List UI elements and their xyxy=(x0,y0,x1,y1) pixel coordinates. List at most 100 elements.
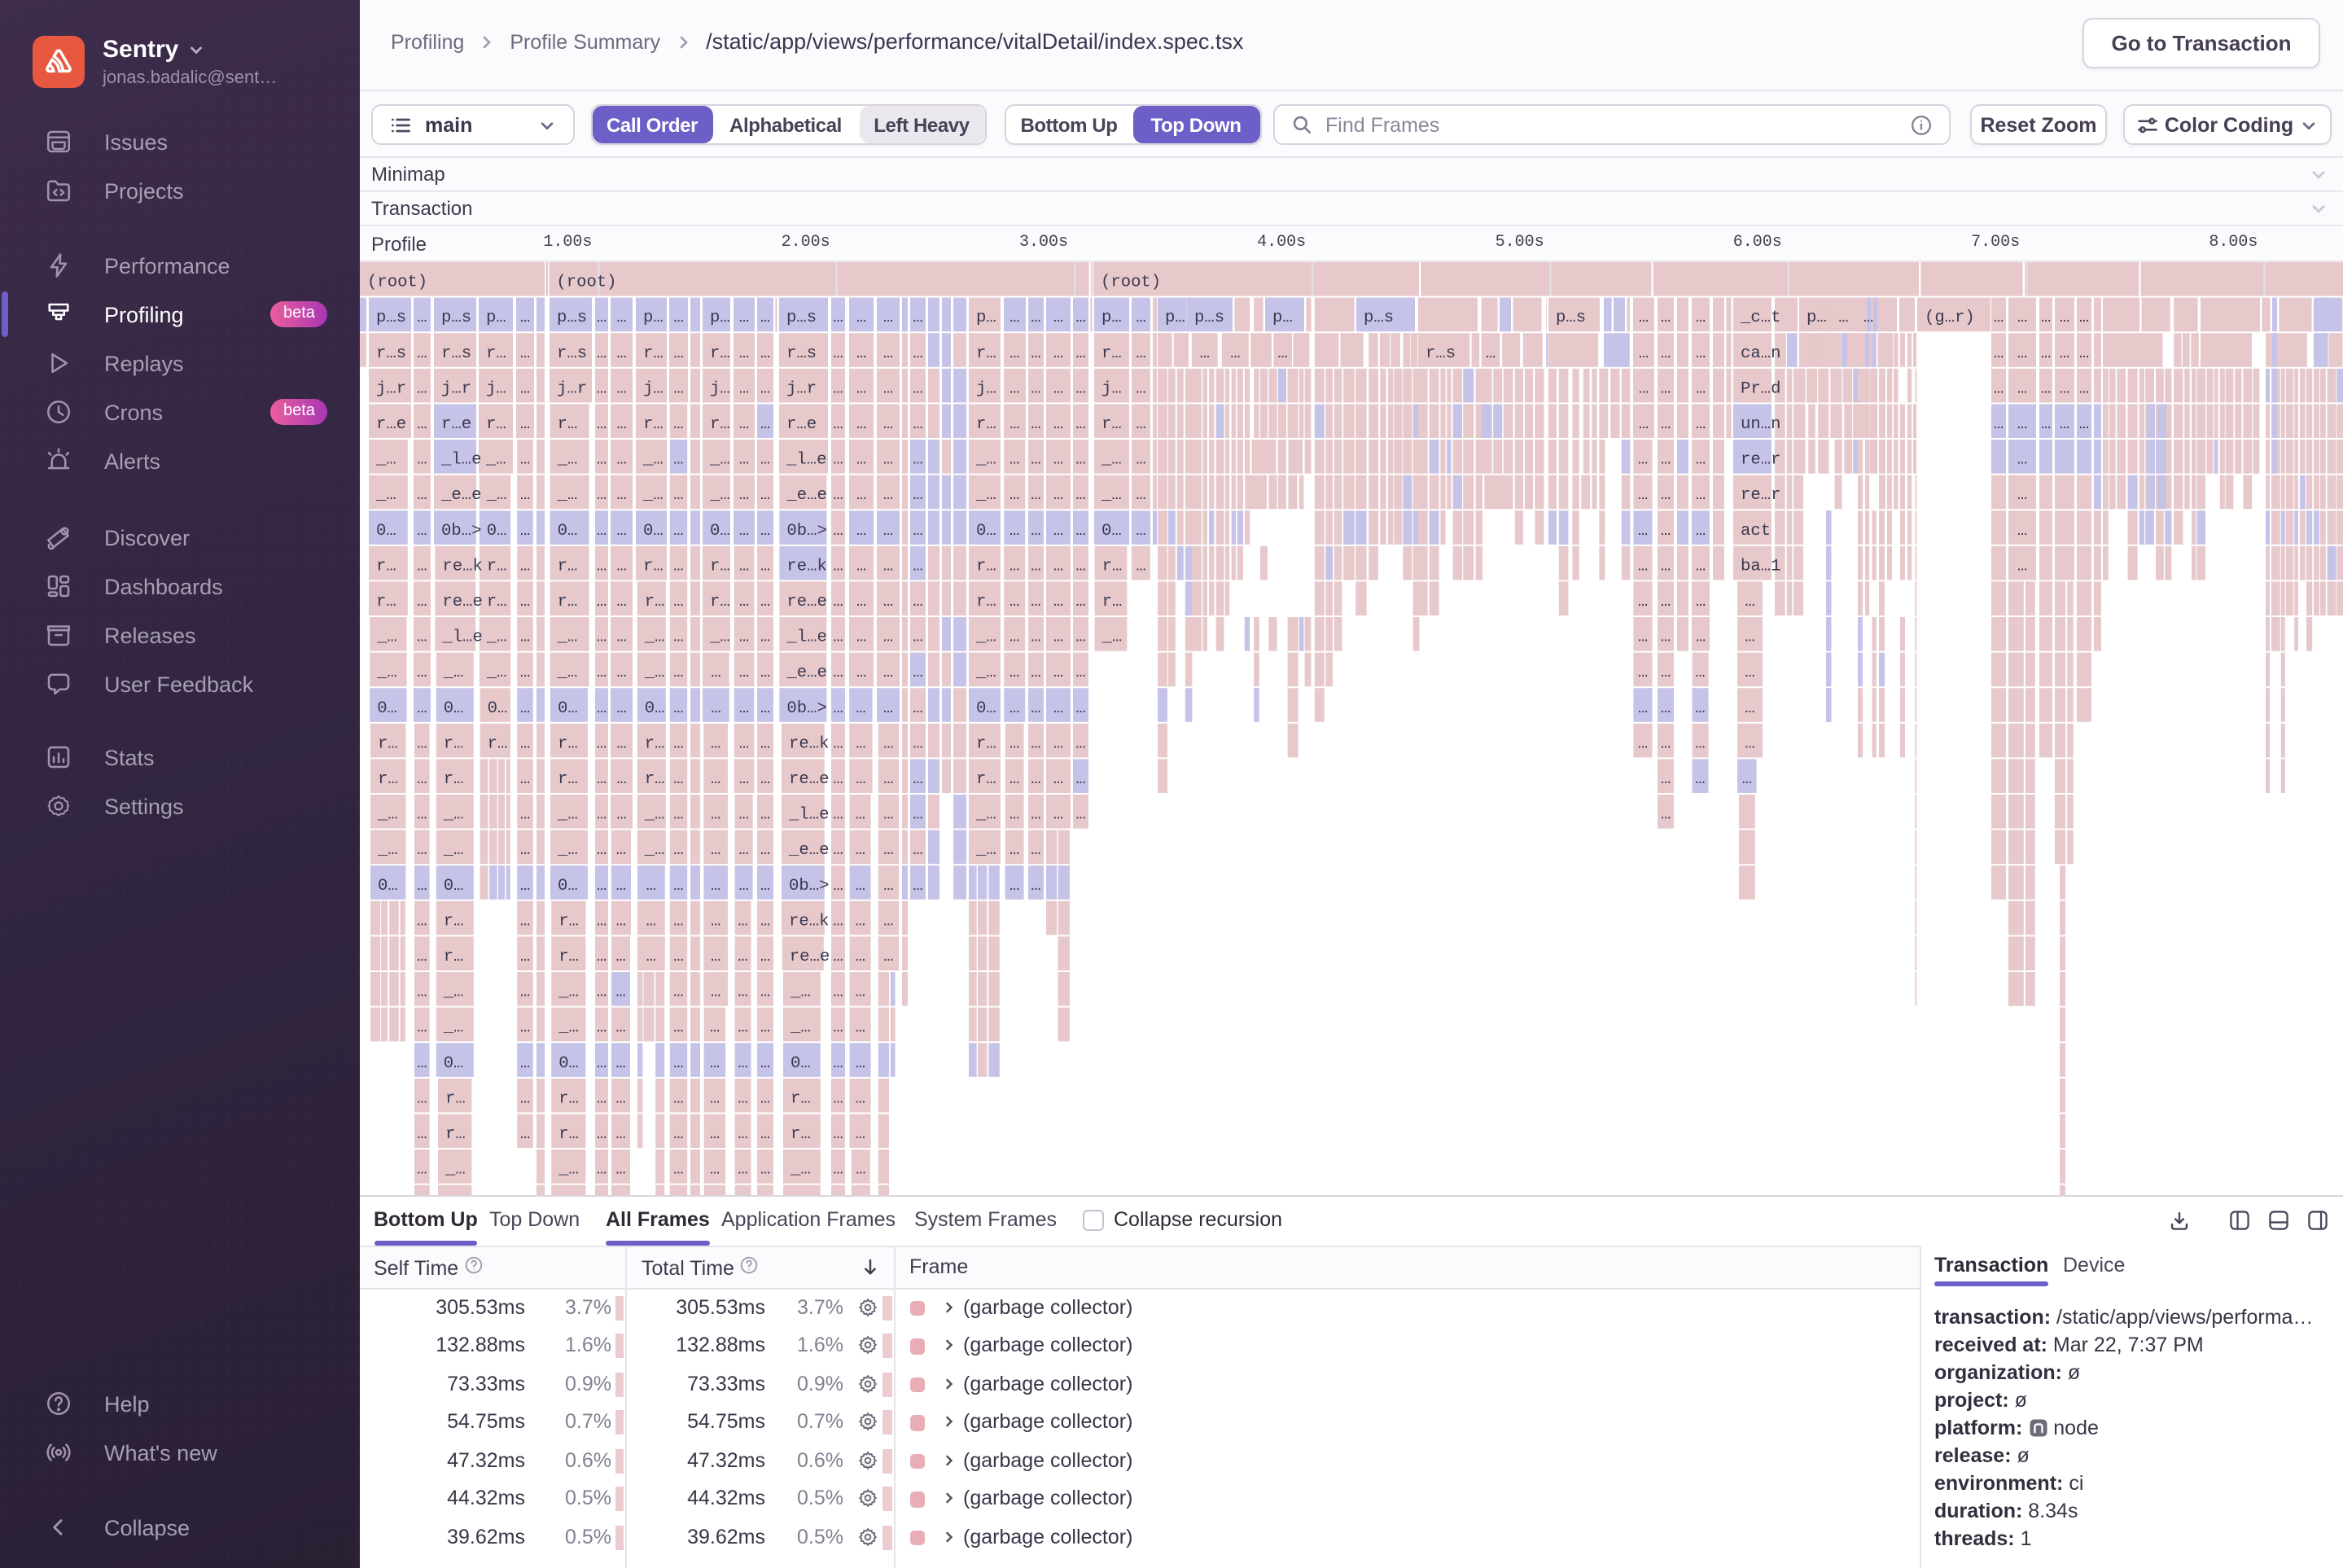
svg-text:…: … xyxy=(596,734,606,753)
svg-text:…: … xyxy=(832,629,842,647)
svg-text:…: … xyxy=(737,1161,747,1180)
svg-text:…: … xyxy=(709,1125,719,1144)
svg-text:…: … xyxy=(832,1161,842,1180)
svg-text:…: … xyxy=(615,1018,624,1037)
svg-text:…: … xyxy=(519,1054,529,1073)
svg-text:r…: r… xyxy=(975,770,996,789)
svg-text:r…: r… xyxy=(975,557,996,576)
svg-text:0…: 0… xyxy=(376,699,396,718)
svg-text:r…: r… xyxy=(709,344,729,363)
svg-text:…: … xyxy=(596,629,606,647)
svg-text:_…: _… xyxy=(643,629,664,647)
svg-text:…: … xyxy=(2017,415,2026,434)
svg-text:…: … xyxy=(1660,734,1670,753)
svg-text:…: … xyxy=(738,522,748,541)
svg-text:…: … xyxy=(596,1018,606,1037)
svg-text:_…: _… xyxy=(789,1018,810,1037)
svg-text:…: … xyxy=(615,912,625,931)
svg-text:…: … xyxy=(1993,309,2003,327)
svg-text:…: … xyxy=(1009,629,1018,647)
svg-text:…: … xyxy=(710,912,720,931)
svg-text:…: … xyxy=(2078,379,2088,398)
svg-text:…: … xyxy=(1135,379,1145,398)
svg-text:…: … xyxy=(1695,415,1705,434)
svg-text:…: … xyxy=(1030,877,1040,896)
svg-text:0…: 0… xyxy=(642,522,663,541)
svg-text:_c…t: _c…t xyxy=(1739,309,1780,327)
svg-text:_…: _… xyxy=(557,1018,578,1037)
svg-text:_…: _… xyxy=(556,664,577,682)
svg-text:…: … xyxy=(1694,699,1704,718)
svg-text:…: … xyxy=(615,486,625,505)
svg-text:…: … xyxy=(1135,344,1145,363)
svg-text:r…: r… xyxy=(377,734,397,753)
svg-text:…: … xyxy=(855,806,865,825)
svg-text:…: … xyxy=(615,806,625,825)
svg-text:…: … xyxy=(760,593,769,611)
svg-text:…: … xyxy=(596,415,606,434)
svg-text:re…e: re…e xyxy=(789,948,829,966)
svg-text:…: … xyxy=(615,699,625,718)
svg-text:…: … xyxy=(710,983,720,1002)
svg-text:…: … xyxy=(1030,841,1040,860)
svg-text:re…k: re…k xyxy=(788,912,828,931)
svg-text:…: … xyxy=(1030,451,1040,470)
svg-text:…: … xyxy=(760,309,769,327)
svg-text:…: … xyxy=(615,629,625,647)
svg-text:…: … xyxy=(519,486,529,505)
svg-text:…: … xyxy=(1030,770,1040,789)
svg-text:r…: r… xyxy=(558,948,578,966)
svg-text:…: … xyxy=(1744,593,1754,611)
svg-text:…: … xyxy=(596,770,606,789)
svg-text:…: … xyxy=(416,486,426,505)
svg-text:_…: _… xyxy=(643,841,664,860)
svg-text:…: … xyxy=(1053,451,1062,470)
svg-text:…: … xyxy=(912,451,922,470)
svg-text:…: … xyxy=(882,770,892,789)
svg-text:…: … xyxy=(1135,415,1145,434)
svg-text:…: … xyxy=(596,664,606,682)
svg-text:r…: r… xyxy=(709,557,729,576)
svg-text:_…: _… xyxy=(442,664,463,682)
svg-text:…: … xyxy=(416,379,426,398)
svg-text:…: … xyxy=(882,877,892,896)
svg-text:…: … xyxy=(615,522,625,541)
svg-text:…: … xyxy=(1695,629,1705,647)
svg-text:…: … xyxy=(710,699,720,718)
svg-text:…: … xyxy=(737,983,747,1002)
svg-text:…: … xyxy=(672,770,682,789)
svg-text:…: … xyxy=(2040,415,2050,434)
svg-text:…: … xyxy=(1638,415,1648,434)
svg-text:…: … xyxy=(1053,699,1062,718)
svg-text:…: … xyxy=(1993,415,2003,434)
svg-text:…: … xyxy=(1009,451,1018,470)
svg-text:…: … xyxy=(416,664,426,682)
svg-text:…: … xyxy=(737,912,747,931)
svg-text:…: … xyxy=(1660,522,1670,541)
svg-text:_e…e: _e…e xyxy=(785,664,826,682)
svg-text:r…: r… xyxy=(790,1089,810,1108)
svg-text:…: … xyxy=(856,415,865,434)
svg-text:…: … xyxy=(1009,734,1018,753)
svg-text:_…: _… xyxy=(374,451,396,470)
svg-text:…: … xyxy=(596,1125,606,1144)
svg-text:…: … xyxy=(416,1161,426,1180)
svg-text:…: … xyxy=(856,522,865,541)
svg-text:…: … xyxy=(416,522,426,541)
svg-text:…: … xyxy=(832,806,842,825)
svg-text:re…r: re…r xyxy=(1740,486,1780,505)
svg-text:…: … xyxy=(1135,309,1145,327)
svg-text:…: … xyxy=(738,699,748,718)
svg-text:…: … xyxy=(738,841,747,860)
svg-text:…: … xyxy=(709,1161,719,1180)
svg-text:r…: r… xyxy=(1101,415,1121,434)
svg-text:…: … xyxy=(596,699,606,718)
svg-text:…: … xyxy=(1660,770,1670,789)
svg-text:…: … xyxy=(832,1125,842,1144)
svg-text:…: … xyxy=(912,415,922,434)
svg-text:p…: p… xyxy=(1806,309,1826,327)
svg-text:r…: r… xyxy=(487,734,507,753)
svg-text:…: … xyxy=(416,806,426,825)
svg-text:…: … xyxy=(615,841,625,860)
svg-text:_l…e: _l…e xyxy=(785,629,826,647)
